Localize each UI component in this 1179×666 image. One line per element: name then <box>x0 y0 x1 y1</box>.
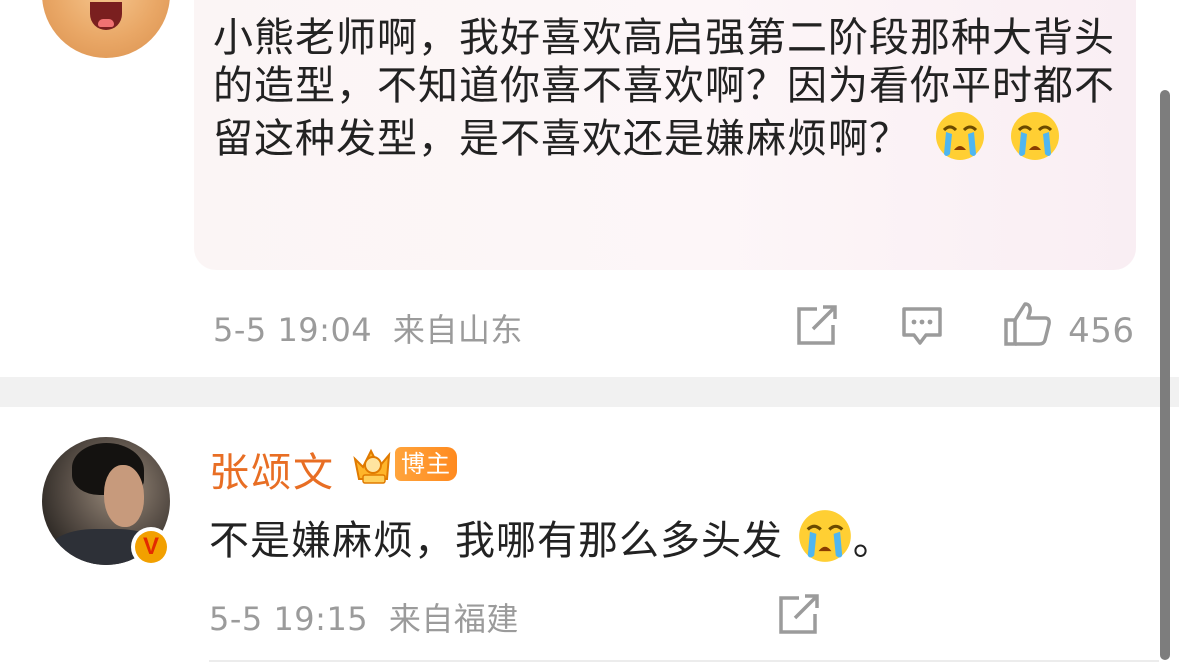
crying-emoji-icon <box>1011 112 1060 160</box>
reply-location: 来自福建 <box>388 600 519 638</box>
blogger-badge-label: 博主 <box>395 447 457 481</box>
share-icon[interactable] <box>777 594 821 636</box>
reply-date: 5-5 19:15 <box>209 600 369 638</box>
comment-icon[interactable] <box>900 305 944 347</box>
reply-meta: 5-5 19:15 来自福建 <box>209 594 519 640</box>
section-divider <box>0 377 1179 407</box>
crying-emoji-icon <box>935 112 984 160</box>
commenter-avatar[interactable] <box>42 0 170 58</box>
crown-icon <box>353 448 391 484</box>
blogger-badge: 博主 <box>349 445 461 485</box>
share-icon[interactable] <box>795 305 839 347</box>
row-divider <box>209 660 1159 662</box>
reply-text: 不是嫌麻烦，我哪有那么多头发 <box>209 518 783 564</box>
crying-emoji-icon <box>798 510 851 562</box>
reply-text-end: 。 <box>852 518 894 564</box>
thumbs-up-icon <box>1004 302 1051 346</box>
comment-location: 来自山东 <box>392 311 523 349</box>
like-count: 456 <box>1068 311 1135 351</box>
like-button[interactable]: 456 <box>1003 300 1135 351</box>
replier-username[interactable]: 张颂文 <box>209 440 335 498</box>
comment-meta: 5-5 19:04 来自山东 <box>213 305 523 351</box>
comment-body: 小熊老师啊，我好喜欢高启强第二阶段那种大背头的造型，不知道你喜不喜欢啊？因为看你… <box>213 14 1143 163</box>
verified-badge-icon: V <box>131 527 171 567</box>
comment-date: 5-5 19:04 <box>213 311 373 349</box>
reply-body: 不是嫌麻烦，我哪有那么多头发 。 <box>209 508 894 569</box>
scrollbar[interactable] <box>1160 90 1170 660</box>
